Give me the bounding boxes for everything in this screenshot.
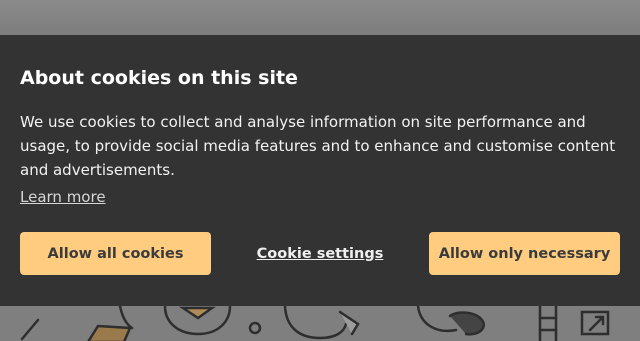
cookie-banner: About cookies on this site We use cookie… bbox=[0, 35, 640, 306]
learn-more-link[interactable]: Learn more bbox=[20, 185, 106, 209]
cookie-settings-button[interactable]: Cookie settings bbox=[240, 232, 400, 275]
allow-only-necessary-button[interactable]: Allow only necessary bbox=[429, 232, 620, 275]
cookie-banner-title: About cookies on this site bbox=[20, 67, 298, 89]
page-header-backdrop bbox=[0, 0, 640, 35]
allow-all-cookies-button[interactable]: Allow all cookies bbox=[20, 232, 211, 275]
doodle-illustration-icon bbox=[20, 306, 610, 341]
background-illustration bbox=[0, 306, 640, 341]
cookie-banner-description: We use cookies to collect and analyse in… bbox=[20, 113, 616, 179]
